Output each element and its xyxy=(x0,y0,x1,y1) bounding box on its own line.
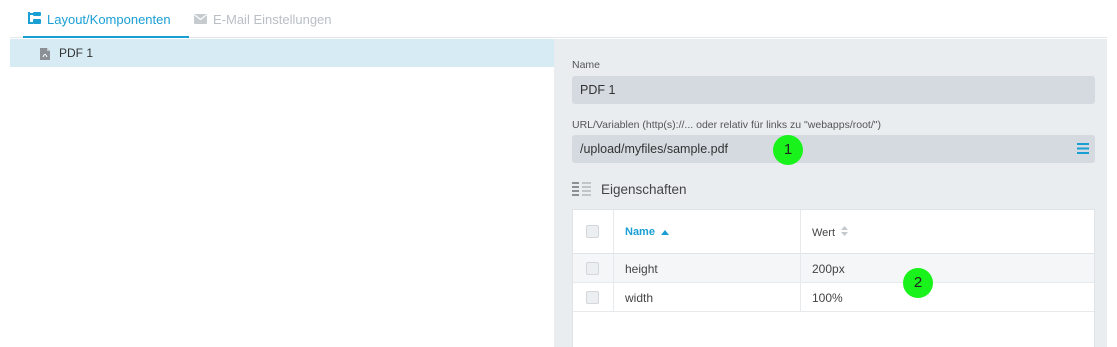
column-divider xyxy=(800,254,801,282)
column-header-wert-label: Wert xyxy=(812,226,836,239)
list-columns-icon xyxy=(572,181,592,197)
annotation-marker-1: 1 xyxy=(773,135,803,165)
column-header-name-label: Name xyxy=(625,226,655,238)
tab-bar: Layout/Komponenten E-Mail Einstellungen xyxy=(10,0,1107,38)
tree-item-pdf-1[interactable]: PDF 1 xyxy=(10,39,554,67)
column-divider xyxy=(613,283,614,311)
select-all-checkbox[interactable] xyxy=(586,225,599,238)
pdf-file-icon xyxy=(40,47,50,60)
tree-structure-icon xyxy=(28,11,41,27)
row-checkbox[interactable] xyxy=(586,262,599,275)
property-value: 100% xyxy=(812,291,843,305)
tab-email-einstellungen[interactable]: E-Mail Einstellungen xyxy=(194,0,332,38)
url-field-value: /upload/myfiles/sample.pdf xyxy=(580,142,728,156)
url-label: URL/Variablen (http(s)://... oder relati… xyxy=(572,119,881,131)
envelope-icon xyxy=(194,12,207,27)
hamburger-menu-icon[interactable] xyxy=(1077,143,1089,154)
component-tree: PDF 1 xyxy=(10,39,554,347)
url-field[interactable]: /upload/myfiles/sample.pdf xyxy=(572,135,1095,163)
properties-table: Name Wert height 200px width 100% xyxy=(572,209,1095,347)
sort-unsorted-icon xyxy=(841,226,849,239)
table-row[interactable]: width 100% xyxy=(573,283,1094,312)
properties-header: Eigenschaften xyxy=(572,179,687,199)
property-name: width xyxy=(625,291,654,305)
tab-layout-komponenten[interactable]: Layout/Komponenten xyxy=(25,0,174,38)
table-row[interactable]: height 200px xyxy=(573,254,1094,283)
column-divider xyxy=(613,254,614,282)
property-name: height xyxy=(625,262,658,276)
tree-item-label: PDF 1 xyxy=(59,46,94,60)
sort-ascending-icon xyxy=(660,226,669,238)
column-divider xyxy=(613,210,614,253)
column-divider xyxy=(800,210,801,253)
active-tab-indicator xyxy=(23,36,189,38)
row-checkbox[interactable] xyxy=(586,291,599,304)
property-value: 200px xyxy=(812,262,845,276)
name-field[interactable]: PDF 1 xyxy=(572,76,1095,104)
column-divider xyxy=(800,283,801,311)
column-header-name[interactable]: Name xyxy=(625,226,669,238)
name-label: Name xyxy=(572,59,601,71)
tab-layout-label: Layout/Komponenten xyxy=(47,11,171,27)
tab-email-label: E-Mail Einstellungen xyxy=(213,11,332,27)
column-header-wert[interactable]: Wert xyxy=(812,226,849,239)
properties-title: Eigenschaften xyxy=(601,181,687,197)
properties-panel: Name PDF 1 URL/Variablen (http(s)://... … xyxy=(554,39,1107,347)
annotation-marker-2: 2 xyxy=(903,268,933,298)
table-header: Name Wert xyxy=(573,210,1094,254)
